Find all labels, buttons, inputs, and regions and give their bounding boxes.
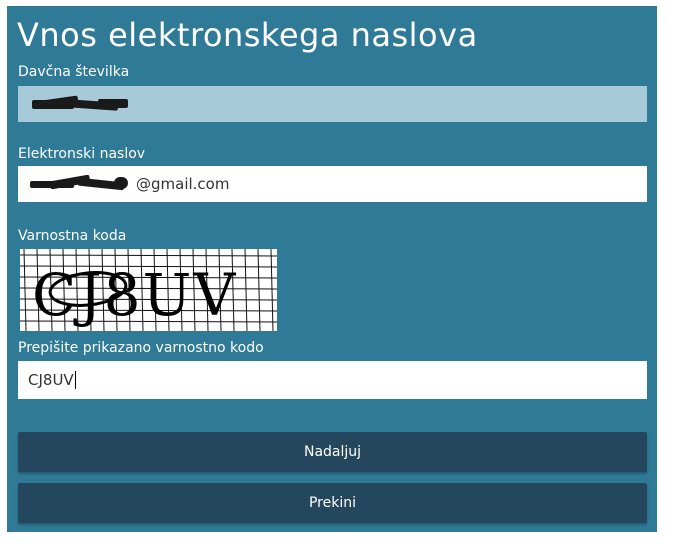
redacted-value [28, 174, 136, 191]
redacted-value [28, 95, 138, 111]
captcha-input[interactable]: CJ8UV [18, 361, 647, 399]
captcha-image: CJ8UV [20, 249, 277, 331]
tax-number-field [18, 86, 647, 122]
captcha-input-label: Prepišite prikazano varnostno kodo [18, 340, 264, 356]
captcha-text: CJ8UV [32, 261, 237, 329]
page-title: Vnos elektronskega naslova [17, 16, 478, 54]
tax-number-label: Davčna številka [18, 64, 130, 80]
email-label: Elektronski naslov [18, 146, 146, 162]
email-entry-panel: Vnos elektronskega naslova Davčna števil… [7, 6, 657, 532]
text-caret [74, 371, 76, 389]
cancel-button[interactable]: Prekini [18, 483, 647, 523]
captcha-input-value: CJ8UV [28, 371, 74, 389]
continue-button[interactable]: Nadaljuj [18, 432, 647, 472]
email-domain-text: @gmail.com [136, 175, 230, 193]
email-input[interactable]: @gmail.com [18, 166, 647, 202]
captcha-label: Varnostna koda [18, 228, 127, 244]
